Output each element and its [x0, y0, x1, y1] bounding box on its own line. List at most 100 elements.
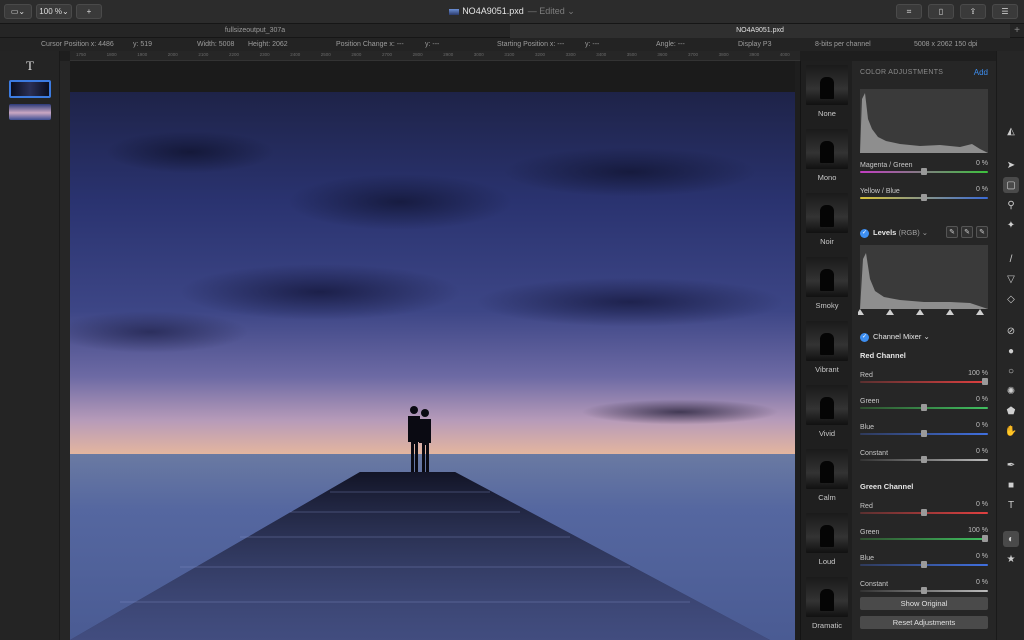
filter-preset-noir[interactable]: Noir	[806, 193, 848, 246]
filter-label: Noir	[820, 237, 834, 246]
filter-preset-smoky[interactable]: Smoky	[806, 257, 848, 310]
channel-mixer-label[interactable]: Channel Mixer ⌄	[873, 332, 930, 341]
slider-track[interactable]	[860, 538, 988, 540]
green-channel-red-slider[interactable]: Red 0 %	[860, 501, 988, 516]
checkmark-icon[interactable]: ✓	[860, 228, 869, 238]
ruler-tick: 4000	[779, 52, 790, 57]
adjustments-button[interactable]: ☰	[992, 4, 1018, 19]
star-icon[interactable]: ★	[1003, 551, 1019, 567]
blur-icon[interactable]: ○	[1003, 363, 1019, 379]
filter-preset-dramatic[interactable]: Dramatic	[806, 577, 848, 630]
slider-knob[interactable]	[921, 194, 927, 201]
red-channel-constant-slider[interactable]: Constant 0 %	[860, 448, 988, 463]
magenta-green-slider[interactable]: Magenta / Green 0 %	[860, 160, 988, 175]
slider-knob[interactable]	[982, 378, 988, 385]
slider-knob[interactable]	[921, 509, 927, 516]
eraser-icon[interactable]: ◇	[1003, 291, 1019, 307]
ruler-tick: 3700	[688, 52, 699, 57]
bucket-icon[interactable]: ▽	[1003, 271, 1019, 287]
levels-label: Levels	[873, 228, 897, 237]
ruler-tick: 3300	[565, 52, 576, 57]
ruler-tick: 3900	[749, 52, 760, 57]
slider-knob[interactable]	[921, 587, 927, 594]
color-adjust-icon[interactable]: ◐	[1003, 531, 1019, 547]
layer-photo-selected[interactable]	[9, 80, 51, 98]
document-button[interactable]: ▯	[928, 4, 954, 19]
green-channel-green-slider[interactable]: Green 100 %	[860, 527, 988, 542]
red-channel-red-slider[interactable]: Red 100 %	[860, 370, 988, 385]
sun-dodge-icon[interactable]: ✺	[1003, 383, 1019, 399]
tab-no4a9051[interactable]: NO4A9051.pxd	[510, 24, 1010, 38]
slider-track[interactable]	[860, 381, 988, 383]
sponge-icon[interactable]: ⬟	[1003, 403, 1019, 419]
black-eyedropper-icon[interactable]: ✎	[946, 226, 958, 238]
levels-handles[interactable]	[858, 308, 990, 316]
slider-knob[interactable]	[982, 535, 988, 542]
slider-label: Blue	[860, 555, 875, 562]
hand-icon[interactable]: ✋	[1003, 423, 1019, 439]
crop-button[interactable]: ⌗	[896, 4, 922, 19]
width-readout: Width: 5008	[197, 41, 235, 48]
title-bar: ▭⌄ 100 % ⌄ + NO4A9051.pxd — Edited ⌄ ⌗ ▯ ⇪…	[0, 0, 1024, 24]
paint-bucket-icon[interactable]: ◭	[1003, 123, 1019, 139]
ruler-tick: 2300	[259, 52, 270, 57]
magic-wand-icon[interactable]: ✦	[1003, 217, 1019, 233]
height-readout: Height: 2062	[248, 41, 288, 48]
position-change-y: y: ---	[425, 41, 440, 48]
filter-preset-mono[interactable]: Mono	[806, 129, 848, 182]
white-eyedropper-icon[interactable]: ✎	[976, 226, 988, 238]
green-channel-constant-slider[interactable]: Constant 0 %	[860, 579, 988, 594]
text-tool-icon[interactable]: T	[1003, 497, 1019, 513]
filter-thumbnail	[806, 129, 848, 169]
slider-knob[interactable]	[921, 168, 927, 175]
slider-knob[interactable]	[921, 561, 927, 568]
filter-label: Loud	[818, 557, 836, 566]
filter-preset-loud[interactable]: Loud	[806, 513, 848, 566]
levels-title[interactable]: ✓ Levels (RGB) ⌄	[860, 228, 928, 238]
filter-preset-vibrant[interactable]: Vibrant	[806, 321, 848, 374]
gray-eyedropper-icon[interactable]: ✎	[961, 226, 973, 238]
new-tab-button[interactable]: +	[1014, 25, 1020, 36]
slider-knob[interactable]	[921, 456, 927, 463]
rect-select-icon[interactable]: ▢	[1003, 177, 1019, 193]
document-name[interactable]: NO4A9051.pxd	[462, 6, 524, 16]
red-channel-title: Red Channel	[860, 351, 906, 360]
reset-adjustments-button[interactable]: Reset Adjustments	[860, 616, 988, 629]
show-original-button[interactable]: Show Original	[860, 597, 988, 610]
checkmark-icon[interactable]: ✓	[860, 332, 869, 342]
channel-mixer-title[interactable]: ✓ Channel Mixer ⌄	[860, 332, 930, 342]
green-channel-blue-slider[interactable]: Blue 0 %	[860, 553, 988, 568]
add-adjustment-button[interactable]: Add	[974, 68, 988, 77]
slider-knob[interactable]	[921, 404, 927, 411]
slider-value: 0 %	[975, 422, 988, 429]
pen-icon[interactable]: ✒	[1003, 457, 1019, 473]
arrow-select-icon[interactable]: ➤	[1003, 157, 1019, 173]
layer-background-photo[interactable]	[9, 104, 51, 120]
filter-thumbnail	[806, 65, 848, 105]
filter-preset-calm[interactable]: Calm	[806, 449, 848, 502]
filter-thumbnail	[806, 385, 848, 425]
ruler-tick: 2800	[412, 52, 423, 57]
clone-stamp-icon[interactable]: ●	[1003, 343, 1019, 359]
layer-text[interactable]: T	[9, 58, 51, 74]
lasso-icon[interactable]: ⚲	[1003, 197, 1019, 213]
tab-fullsizeoutput[interactable]: fullsizeoutput_307a	[0, 24, 510, 38]
canvas[interactable]	[70, 61, 795, 640]
ruler-tick: 1800	[106, 52, 117, 57]
shape-icon[interactable]: ■	[1003, 477, 1019, 493]
bandage-icon[interactable]: ⊘	[1003, 323, 1019, 339]
levels-mode[interactable]: (RGB) ⌄	[898, 228, 928, 237]
crop-icon: ⌗	[906, 6, 912, 16]
red-channel-blue-slider[interactable]: Blue 0 %	[860, 422, 988, 437]
yellow-blue-slider[interactable]: Yellow / Blue 0 %	[860, 186, 988, 201]
brush-icon[interactable]: /	[1003, 251, 1019, 267]
filter-preset-vivid[interactable]: Vivid	[806, 385, 848, 438]
ruler-tick: 3000	[473, 52, 484, 57]
slider-knob[interactable]	[921, 430, 927, 437]
filter-preset-none[interactable]: None	[806, 65, 848, 118]
red-channel-green-slider[interactable]: Green 0 %	[860, 396, 988, 411]
share-button[interactable]: ⇪	[960, 4, 986, 19]
ruler-tick: 3100	[504, 52, 515, 57]
filter-label: Smoky	[815, 301, 839, 310]
edited-status[interactable]: — Edited ⌄	[528, 6, 575, 16]
